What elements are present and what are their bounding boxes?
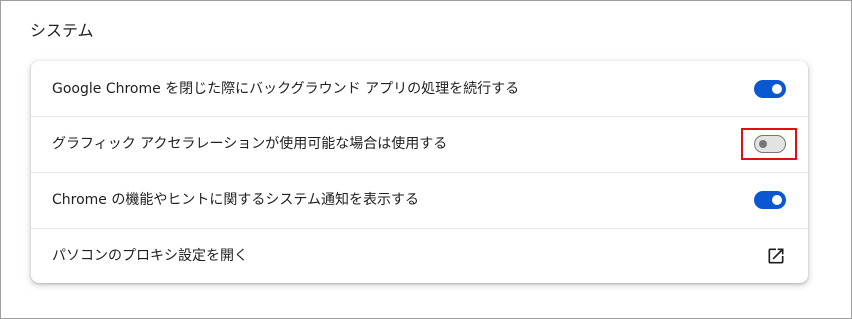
section-title: システム [30, 21, 94, 40]
toggle-knob [772, 195, 782, 205]
system-notifications-toggle[interactable] [754, 191, 786, 209]
hardware-acceleration-toggle[interactable] [754, 135, 786, 153]
setting-row-proxy-settings[interactable]: パソコンのプロキシ設定を開く [31, 228, 808, 283]
setting-row-system-notifications[interactable]: Chrome の機能やヒントに関するシステム通知を表示する [31, 172, 808, 227]
toggle-knob [759, 139, 767, 148]
background-apps-toggle[interactable] [754, 79, 786, 98]
setting-label-hardware-acceleration: グラフィック アクセラレーションが使用可能な場合は使用する [52, 136, 448, 152]
setting-label-proxy-settings: パソコンのプロキシ設定を開く [52, 248, 248, 264]
setting-row-background-apps[interactable]: Google Chrome を閉じた際にバックグラウンド アプリの処理を続行する [31, 61, 808, 116]
settings-page: システム Google Chrome を閉じた際にバックグラウンド アプリの処理… [0, 0, 852, 319]
setting-label-background-apps: Google Chrome を閉じた際にバックグラウンド アプリの処理を続行する [52, 80, 520, 97]
toggle-knob [772, 83, 782, 94]
setting-label-system-notifications: Chrome の機能やヒントに関するシステム通知を表示する [52, 192, 419, 208]
setting-row-hardware-acceleration[interactable]: グラフィック アクセラレーションが使用可能な場合は使用する [31, 116, 808, 171]
system-settings-card: Google Chrome を閉じた際にバックグラウンド アプリの処理を続行する… [31, 61, 808, 283]
open-in-new-icon[interactable] [766, 246, 786, 266]
